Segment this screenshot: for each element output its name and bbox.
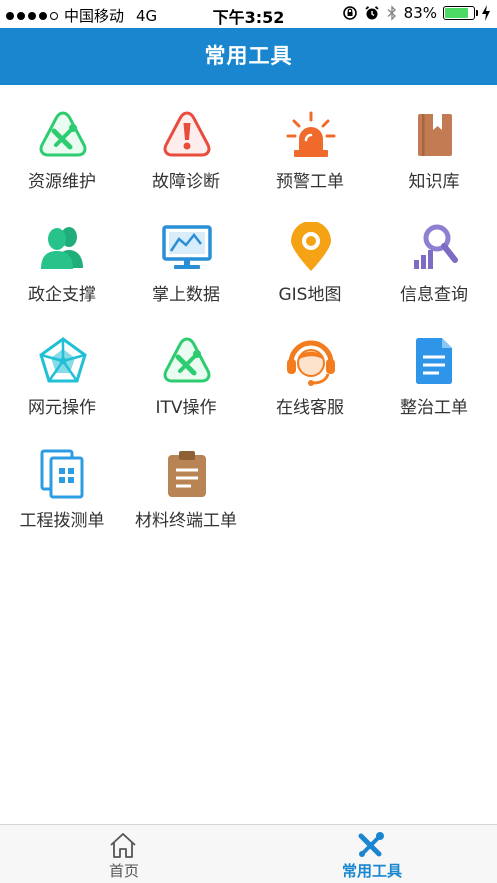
document-icon — [416, 338, 452, 384]
tool-label: ITV操作 — [155, 398, 217, 418]
search-chart-icon — [414, 224, 458, 269]
status-bar: 中国移动 4G 下午3:52 83% — [0, 0, 497, 28]
wrench-triangle-icon — [163, 337, 211, 383]
tool-label: GIS地图 — [278, 285, 342, 305]
tool-online-service[interactable]: 在线客服 — [248, 311, 372, 424]
tool-label: 故障诊断 — [152, 172, 220, 192]
tool-material-terminal-order[interactable]: 材料终端工单 — [124, 424, 248, 537]
network-pentagon-icon — [39, 337, 87, 383]
tool-label: 工程拨测单 — [19, 511, 105, 531]
tool-network-element[interactable]: 网元操作 — [0, 311, 124, 424]
tool-label: 政企支撑 — [28, 285, 96, 305]
tool-label: 材料终端工单 — [135, 511, 237, 531]
monitor-chart-icon — [162, 225, 212, 269]
tool-enterprise-support[interactable]: 政企支撑 — [0, 198, 124, 311]
map-pin-icon — [291, 222, 331, 271]
documents-grid-icon — [40, 449, 84, 499]
battery-icon — [443, 6, 478, 20]
tool-fault-diagnosis[interactable]: 故障诊断 — [124, 85, 248, 198]
tool-mobile-data[interactable]: 掌上数据 — [124, 198, 248, 311]
tool-knowledge-base[interactable]: 知识库 — [372, 85, 496, 198]
tool-label: 网元操作 — [28, 398, 96, 418]
tab-label: 常用工具 — [341, 862, 402, 880]
tab-home[interactable]: 首页 — [0, 825, 248, 883]
nav-bar: 常用工具 — [0, 28, 497, 85]
users-icon — [41, 227, 83, 269]
headset-agent-icon — [287, 340, 335, 386]
tool-label: 整治工单 — [400, 398, 468, 418]
bluetooth-icon — [387, 5, 396, 21]
tool-label: 知识库 — [408, 172, 460, 192]
battery-fill — [445, 8, 468, 18]
tool-engineering-dial-test[interactable]: 工程拨测单 — [0, 424, 124, 537]
charging-bolt-icon — [482, 5, 490, 21]
tool-gis-map[interactable]: GIS地图 — [248, 198, 372, 311]
tool-label: 掌上数据 — [152, 285, 220, 305]
tool-warning-order[interactable]: 预警工单 — [248, 85, 372, 198]
rotation-lock-icon — [342, 6, 357, 20]
tab-common-tools[interactable]: 常用工具 — [248, 825, 496, 883]
book-icon — [418, 114, 452, 156]
home-icon — [110, 833, 136, 858]
exclamation-triangle-icon — [163, 111, 211, 157]
alarm-light-icon — [286, 111, 336, 157]
clipboard-icon — [168, 451, 206, 497]
tool-label: 在线客服 — [276, 398, 344, 418]
tool-label: 信息查询 — [400, 285, 468, 305]
tools-icon — [358, 832, 384, 857]
tool-label: 资源维护 — [28, 172, 96, 192]
tab-label: 首页 — [108, 862, 139, 880]
tool-itv-operation[interactable]: ITV操作 — [124, 311, 248, 424]
tab-bar: 首页 常用工具 — [0, 824, 497, 883]
wrench-triangle-icon — [39, 111, 87, 157]
status-right: 83% — [342, 4, 491, 22]
tool-rectification-order[interactable]: 整治工单 — [372, 311, 496, 424]
tool-label: 预警工单 — [276, 172, 344, 192]
battery-percent: 83% — [403, 4, 437, 22]
tool-info-query[interactable]: 信息查询 — [372, 198, 496, 311]
page-title: 常用工具 — [204, 44, 293, 68]
tool-resource-maintenance[interactable]: 资源维护 — [0, 85, 124, 198]
alarm-clock-icon — [365, 6, 379, 20]
